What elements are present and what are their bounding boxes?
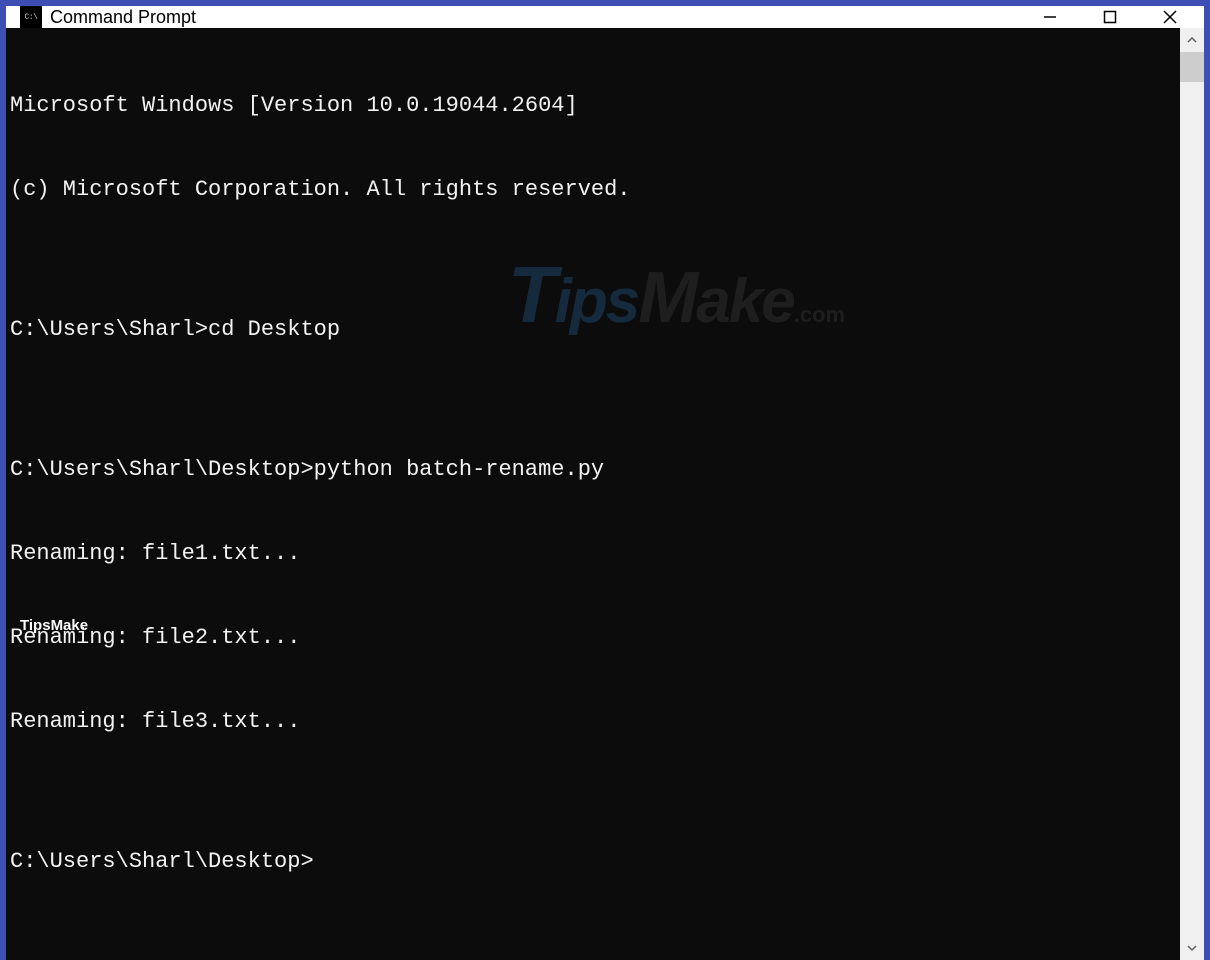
minimize-icon xyxy=(1043,10,1057,24)
scroll-up-button[interactable] xyxy=(1180,28,1204,52)
scroll-track[interactable] xyxy=(1180,52,1204,936)
terminal-line: C:\Users\Sharl>cd Desktop xyxy=(10,316,1180,344)
minimize-button[interactable] xyxy=(1020,6,1080,28)
cmd-icon xyxy=(20,6,42,28)
close-icon xyxy=(1163,10,1177,24)
chevron-up-icon xyxy=(1187,35,1197,45)
chevron-down-icon xyxy=(1187,943,1197,953)
window-controls xyxy=(1020,6,1200,28)
terminal-line: C:\Users\Sharl\Desktop>python batch-rena… xyxy=(10,456,1180,484)
window-title: Command Prompt xyxy=(50,7,1020,28)
terminal-line: (c) Microsoft Corporation. All rights re… xyxy=(10,176,1180,204)
scroll-down-button[interactable] xyxy=(1180,936,1204,960)
maximize-icon xyxy=(1103,10,1117,24)
terminal-content[interactable]: Microsoft Windows [Version 10.0.19044.26… xyxy=(6,28,1180,960)
terminal-line: Renaming: file3.txt... xyxy=(10,708,1180,736)
terminal-line: C:\Users\Sharl\Desktop> xyxy=(10,848,1180,876)
close-button[interactable] xyxy=(1140,6,1200,28)
scroll-thumb[interactable] xyxy=(1180,52,1204,82)
vertical-scrollbar[interactable] xyxy=(1180,28,1204,960)
terminal-line: Renaming: file1.txt... xyxy=(10,540,1180,568)
terminal-line: Renaming: file2.txt... xyxy=(10,624,1180,652)
terminal-area: Microsoft Windows [Version 10.0.19044.26… xyxy=(6,28,1204,960)
terminal-line: Microsoft Windows [Version 10.0.19044.26… xyxy=(10,92,1180,120)
titlebar[interactable]: Command Prompt xyxy=(6,6,1204,28)
maximize-button[interactable] xyxy=(1080,6,1140,28)
command-prompt-window: Command Prompt Microsoft Windows [Versio… xyxy=(6,6,1204,610)
